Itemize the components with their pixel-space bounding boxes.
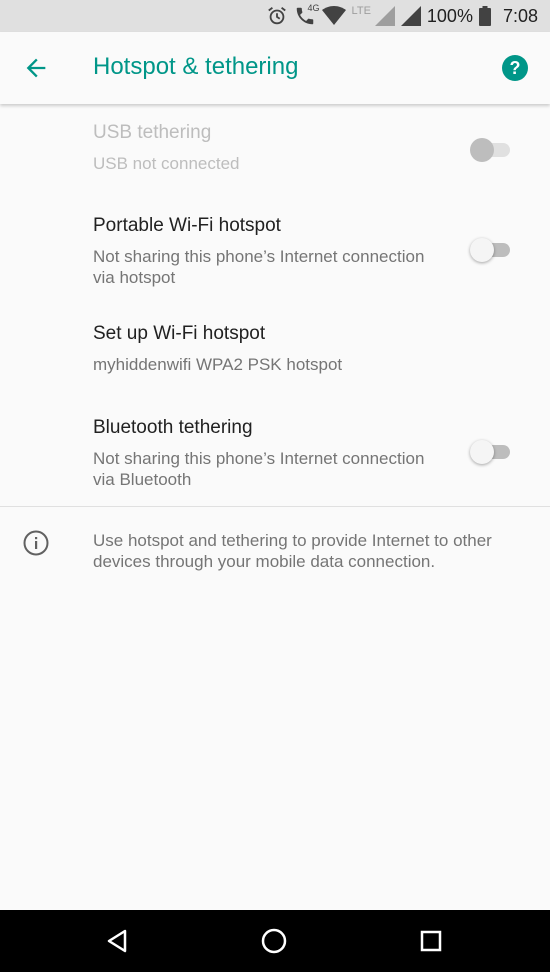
navigation-bar (0, 910, 550, 972)
help-icon: ? (509, 58, 521, 78)
nav-recents-icon (420, 930, 442, 952)
setting-portable-wifi-hotspot[interactable]: Portable Wi-Fi hotspot Not sharing this … (0, 192, 550, 300)
screen: 4G LTE 100% 7:08 Hotspot & tethering ? U… (0, 0, 550, 972)
network-type-label: 4G (307, 3, 320, 13)
wifi-icon (321, 6, 346, 26)
setting-title: Portable Wi-Fi hotspot (93, 215, 281, 236)
setting-bluetooth-tethering[interactable]: Bluetooth tethering Not sharing this pho… (0, 394, 550, 506)
divider (0, 506, 550, 507)
setting-usb-tethering[interactable]: USB tethering USB not connected (0, 104, 550, 192)
setting-summary: myhiddenwifi WPA2 PSK hotspot (93, 355, 343, 374)
footer-info-text: Use hotspot and tethering to provide Int… (93, 531, 492, 571)
arrow-back-icon (26, 58, 46, 78)
nav-recents-button[interactable] (416, 926, 446, 956)
setting-summary: USB not connected (93, 154, 240, 173)
help-button[interactable]: ? (502, 55, 528, 81)
nav-home-button[interactable] (259, 926, 289, 956)
battery-percent: 100% (426, 5, 473, 26)
nav-home-icon (261, 928, 287, 954)
signal-empty-icon (374, 6, 395, 26)
alarm-icon (266, 5, 288, 27)
setting-summary: Not sharing this phone’s Internet connec… (93, 449, 425, 489)
setting-title: Set up Wi-Fi hotspot (93, 323, 266, 344)
switch-thumb (470, 440, 494, 464)
status-bar: 4G LTE 100% 7:08 (0, 0, 550, 32)
lte-label: LTE (351, 5, 371, 17)
bluetooth-tethering-switch[interactable] (468, 440, 514, 464)
back-button[interactable] (22, 54, 50, 82)
clock: 7:08 (502, 5, 538, 26)
battery-icon (478, 6, 491, 26)
usb-tethering-switch[interactable] (468, 138, 514, 162)
call-4g-icon: 4G (294, 3, 320, 27)
signal-icon (400, 6, 421, 26)
wifi-hotspot-switch[interactable] (468, 238, 514, 262)
setting-title: USB tethering (93, 122, 212, 143)
setting-summary: Not sharing this phone’s Internet connec… (93, 247, 425, 287)
switch-thumb (470, 138, 494, 162)
switch-thumb (470, 238, 494, 262)
info-icon (23, 530, 49, 556)
setting-title: Bluetooth tethering (93, 417, 253, 438)
setting-setup-wifi-hotspot[interactable]: Set up Wi-Fi hotspot myhiddenwifi WPA2 P… (0, 300, 550, 394)
app-bar: Hotspot & tethering ? (0, 32, 550, 104)
page-title: Hotspot & tethering (93, 53, 299, 80)
nav-back-button[interactable] (102, 926, 132, 956)
nav-back-icon (107, 929, 127, 953)
